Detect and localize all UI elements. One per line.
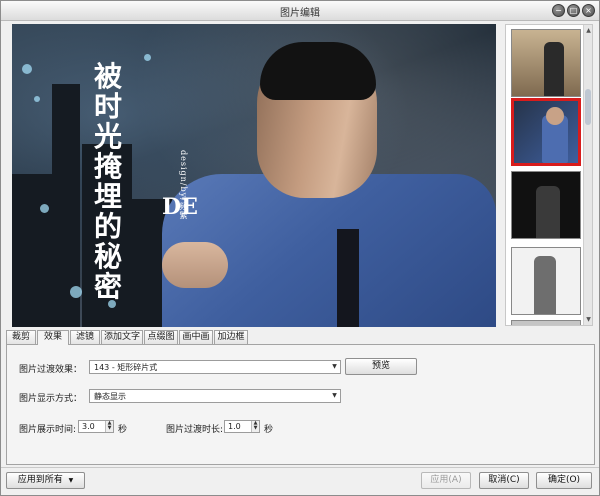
tab-picture-in-picture[interactable]: 画中画 [179,330,213,344]
thumbnail-item[interactable] [511,171,581,239]
thumbnail-item[interactable] [511,320,581,325]
display-mode-label: 图片显示方式： [19,394,83,404]
transition-time-value: 1.0 [228,422,241,431]
cancel-button[interactable]: 取消(C) [479,472,529,489]
display-mode-select[interactable]: 静态显示 ▼ [89,389,341,403]
ok-button[interactable]: 确定(O) [536,472,592,489]
tab-effects[interactable]: 效果 [37,330,69,345]
thumbnail-figure [544,42,564,96]
scroll-up-icon[interactable]: ▲ [585,27,592,34]
person-hair [260,42,376,100]
scrollbar-thumb[interactable] [585,89,591,125]
preview-button[interactable]: 预览 [345,358,417,375]
tab-add-border[interactable]: 加边框 [214,330,248,344]
bokeh-light [144,54,151,61]
poster-design-text: design/by/频繁 [179,150,188,220]
close-icon[interactable]: × [582,4,595,17]
transition-effect-select[interactable]: 143 - 矩形碎片式 ▼ [89,360,341,374]
thumbnail-figure [546,107,564,125]
effects-panel: 图片过渡效果： 143 - 矩形碎片式 ▼ 预览 图片显示方式： 静态显示 ▼ … [6,344,595,465]
show-time-unit: 秒 [118,425,128,435]
thumbnail-list[interactable]: ▲ ▼ [505,24,593,326]
bokeh-light [34,96,40,102]
transition-time-unit: 秒 [264,425,274,435]
transition-time-label: 图片过渡时长: [166,425,224,435]
thumbnail-item-selected[interactable] [511,98,581,166]
thumbnail-scrollbar[interactable]: ▲ ▼ [583,25,592,325]
apply-to-all-label: 应用到所有 [17,475,63,485]
display-mode-value: 静态显示 [94,392,126,401]
building-shape [12,174,72,327]
tab-decorate[interactable]: 点缀图 [144,330,178,344]
chevron-down-icon: ▼ [332,392,337,399]
tab-crop[interactable]: 裁剪 [6,330,36,344]
thumbnail-item[interactable] [511,247,581,315]
transition-effect-value: 143 - 矩形碎片式 [94,363,158,372]
image-editor-window: 图片编辑 − □ × 被时光掩埋的秘密 DE design/by/频繁 ▲ ▼ … [0,0,600,496]
title-bar[interactable]: 图片编辑 − □ × [1,1,599,21]
poster-title-text: 被时光掩埋的秘密 [94,60,125,303]
tab-filter[interactable]: 滤镜 [70,330,100,344]
transition-effect-label: 图片过渡效果： [19,365,83,375]
window-title: 图片编辑 [280,8,320,19]
chevron-down-icon: ▼ [68,477,74,484]
stepper-arrows-icon[interactable]: ▲ ▼ [105,421,113,432]
maximize-icon[interactable]: □ [567,4,580,17]
thumbnail-figure [536,186,560,238]
minimize-icon[interactable]: − [552,4,565,17]
footer-divider [1,467,599,468]
image-preview: 被时光掩埋的秘密 DE design/by/频繁 [12,24,496,327]
bokeh-light [22,64,32,74]
transition-time-stepper[interactable]: 1.0 ▲ ▼ [224,420,260,433]
show-time-stepper[interactable]: 3.0 ▲ ▼ [78,420,114,433]
thumbnail-item[interactable] [511,29,581,97]
chevron-down-icon: ▼ [332,363,337,370]
show-time-label: 图片展示时间: [19,425,77,435]
bokeh-light [70,286,82,298]
tab-add-text[interactable]: 添加文字 [101,330,143,344]
show-time-value: 3.0 [82,422,95,431]
stepper-arrows-icon[interactable]: ▲ ▼ [251,421,259,432]
bokeh-light [40,204,49,213]
apply-to-all-button[interactable]: 应用到所有 ▼ [6,472,85,489]
person-hand [162,242,228,288]
apply-button[interactable]: 应用(A) [421,472,471,489]
thumbnail-figure [534,256,556,314]
scroll-down-icon[interactable]: ▼ [585,316,592,323]
person-tie [337,229,359,327]
